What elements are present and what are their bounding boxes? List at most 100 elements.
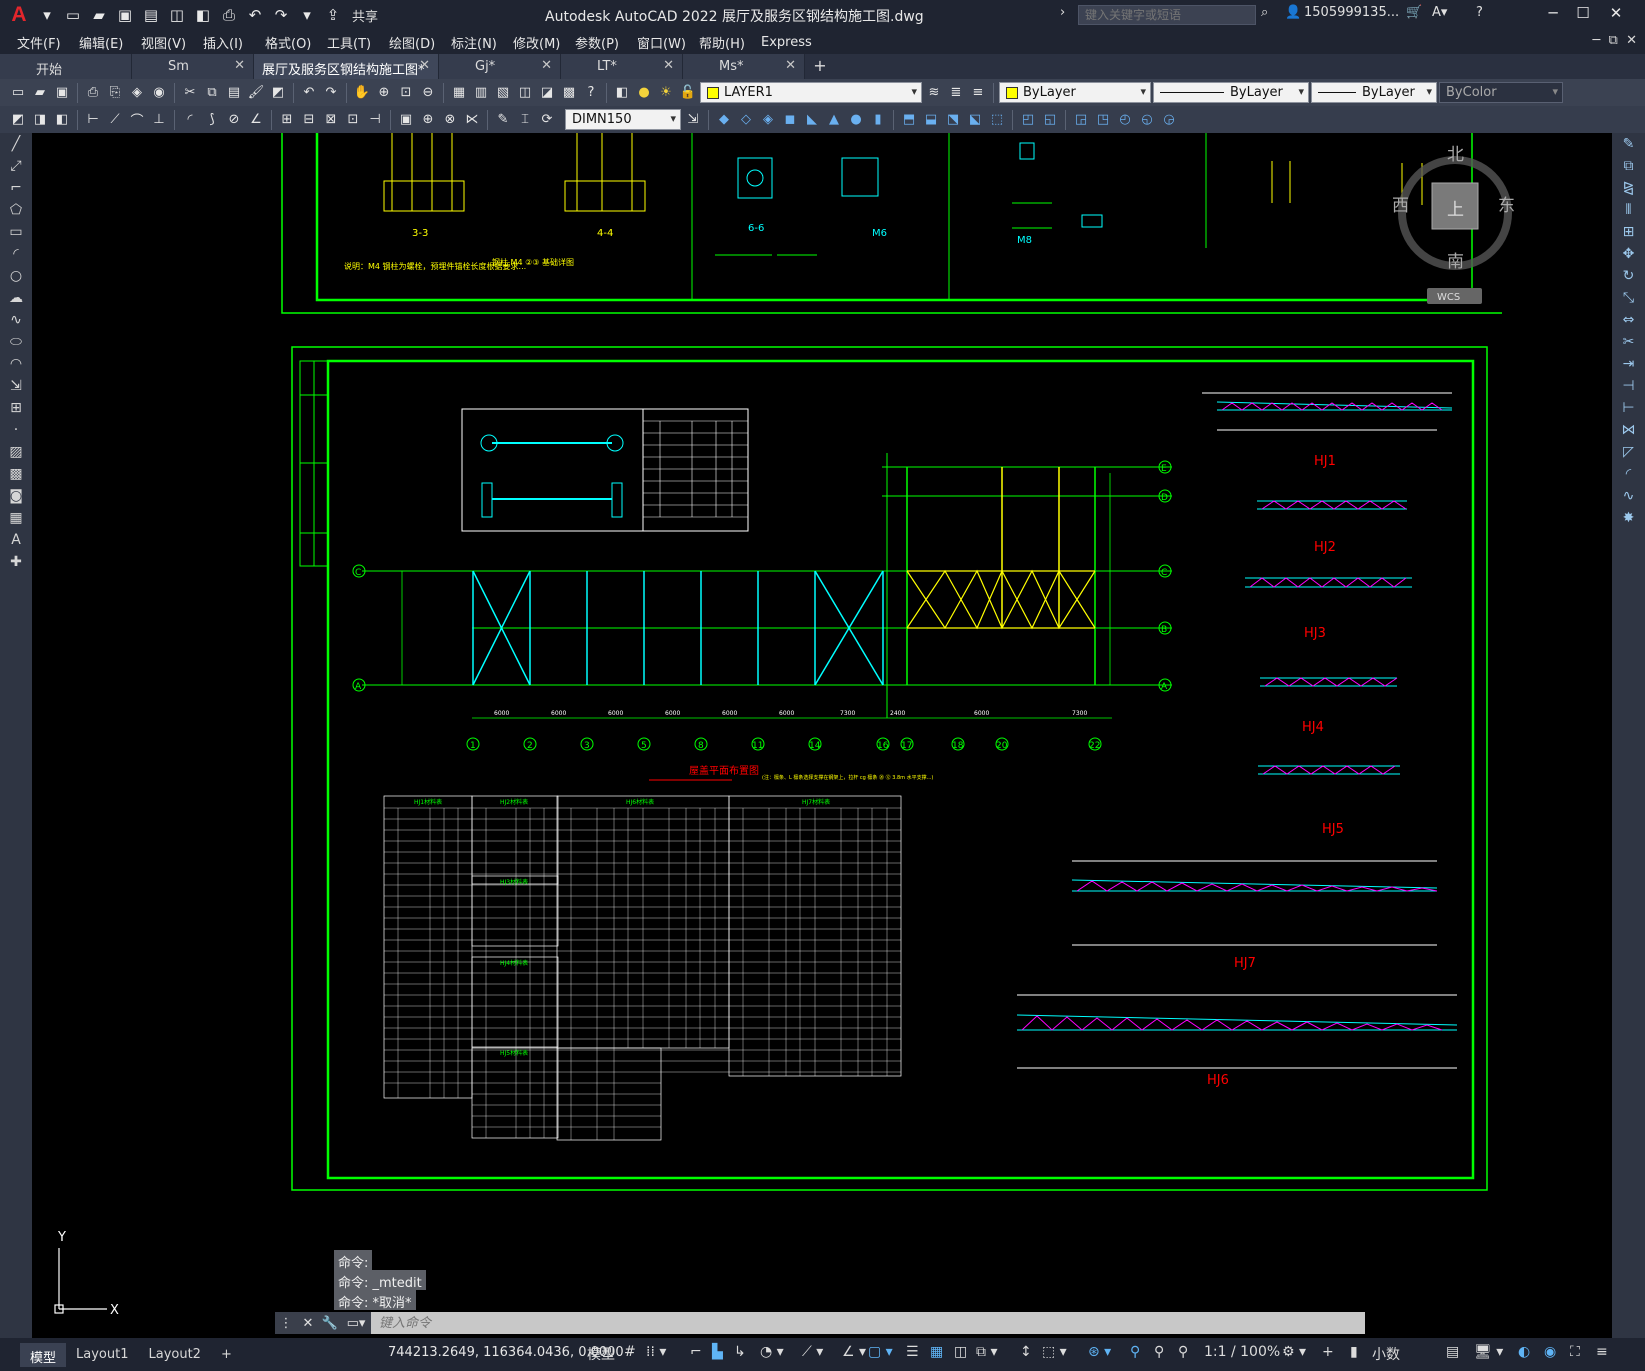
- quick-dim-icon[interactable]: ⊞: [277, 110, 297, 130]
- tab-layout1[interactable]: Layout1: [66, 1343, 138, 1367]
- 3d-array-icon[interactable]: ◶: [1159, 110, 1179, 130]
- region-icon[interactable]: ◙: [0, 485, 32, 507]
- save-icon[interactable]: ▣: [52, 83, 72, 103]
- clean-screen-icon[interactable]: ⛶: [1570, 1344, 1580, 1360]
- mirror-icon[interactable]: ⧎: [1612, 177, 1645, 199]
- 3d-osnap-icon[interactable]: ⧉ ▾: [976, 1344, 997, 1360]
- tab-gj[interactable]: Gj* ✕: [439, 54, 561, 79]
- dim-aligned-icon[interactable]: ⟋: [105, 110, 125, 130]
- search-input[interactable]: [1078, 5, 1256, 25]
- close-icon[interactable]: ✕: [785, 58, 796, 73]
- dim-linear-icon[interactable]: ⊢: [83, 110, 103, 130]
- sheet-set-icon[interactable]: ◫: [515, 83, 535, 103]
- dim-space-icon[interactable]: ⊡: [343, 110, 363, 130]
- sphere-icon[interactable]: ●: [846, 110, 866, 130]
- markup-icon[interactable]: ◪: [537, 83, 557, 103]
- minimize-icon[interactable]: ─: [1540, 4, 1566, 26]
- layer-state-icon[interactable]: ≡: [968, 83, 988, 103]
- tolerance-icon[interactable]: ▣: [396, 110, 416, 130]
- annotation-monitor-icon[interactable]: +: [1322, 1344, 1334, 1360]
- rectangle-icon[interactable]: ▭: [0, 221, 32, 243]
- pan-icon[interactable]: ✋: [352, 83, 372, 103]
- customization-icon[interactable]: ≡: [1596, 1344, 1608, 1360]
- chevron-down-icon[interactable]: ▾: [36, 4, 58, 26]
- hatch-icon[interactable]: ▨: [0, 441, 32, 463]
- menu-insert[interactable]: 插入(I): [203, 33, 265, 52]
- cut-icon[interactable]: ✂: [180, 83, 200, 103]
- extrude-icon[interactable]: ⬒: [899, 110, 919, 130]
- model-space-toggle[interactable]: 模型: [587, 1344, 615, 1364]
- menu-parametric[interactable]: 参数(P): [575, 33, 637, 52]
- dim-ordinate-icon[interactable]: ⊥: [149, 110, 169, 130]
- cone-icon[interactable]: ▲: [824, 110, 844, 130]
- presspull-icon[interactable]: ⬚: [987, 110, 1007, 130]
- subtract-icon[interactable]: ◇: [736, 110, 756, 130]
- publish-icon[interactable]: ◈: [127, 83, 147, 103]
- chamfer-icon[interactable]: ◸: [1612, 441, 1645, 463]
- dim-continue-icon[interactable]: ⊠: [321, 110, 341, 130]
- dim-radius-icon[interactable]: ◜: [180, 110, 200, 130]
- transparency-icon[interactable]: ▦: [930, 1344, 943, 1360]
- 3d-move-icon[interactable]: ◲: [1071, 110, 1091, 130]
- zoom-previous-icon[interactable]: ⊖: [418, 83, 438, 103]
- recent-commands-icon[interactable]: ▭▾: [341, 1312, 371, 1334]
- trim-icon[interactable]: ✂: [1612, 331, 1645, 353]
- paste-icon[interactable]: ▤: [224, 83, 244, 103]
- 3d-align-icon[interactable]: ◴: [1115, 110, 1135, 130]
- dim-angular-icon[interactable]: ∠: [246, 110, 266, 130]
- layer-iso-icon[interactable]: ◧: [52, 110, 72, 130]
- tab-lt[interactable]: LT* ✕: [561, 54, 683, 79]
- revolve-icon[interactable]: ⬓: [921, 110, 941, 130]
- open-folder-icon[interactable]: ▰: [88, 4, 110, 26]
- ellipse-icon[interactable]: ⬭: [0, 331, 32, 353]
- erase-icon[interactable]: ✎: [1612, 133, 1645, 155]
- polygon-icon[interactable]: ⬠: [0, 199, 32, 221]
- polar-tracking-icon[interactable]: ◔ ▾: [760, 1344, 784, 1360]
- properties-icon[interactable]: ▦: [449, 83, 469, 103]
- move-icon[interactable]: ✥: [1612, 243, 1645, 265]
- redo-icon[interactable]: ↷: [270, 4, 292, 26]
- menu-window[interactable]: 窗口(W): [637, 33, 699, 52]
- break-icon[interactable]: ⊢: [1612, 397, 1645, 419]
- close-icon[interactable]: ✕: [663, 58, 674, 73]
- menu-format[interactable]: 格式(O): [265, 33, 327, 52]
- selection-cycling-icon[interactable]: ◫: [954, 1344, 967, 1360]
- fillet-icon[interactable]: ◜: [1612, 463, 1645, 485]
- isodraft-icon[interactable]: ⟋ ▾: [802, 1344, 823, 1360]
- dim-edit-icon[interactable]: ✎: [493, 110, 513, 130]
- command-grip-icon[interactable]: ⋮: [275, 1312, 297, 1334]
- dynamic-ucs-icon[interactable]: ↕: [1020, 1344, 1032, 1360]
- scale-icon[interactable]: ⤡: [1612, 287, 1645, 309]
- layer-match-icon[interactable]: ◨: [30, 110, 50, 130]
- share-icon[interactable]: ⇪: [322, 4, 344, 26]
- offset-icon[interactable]: ⫴: [1612, 199, 1645, 221]
- spline-icon[interactable]: ∿: [0, 309, 32, 331]
- save-as-icon[interactable]: ▤: [140, 4, 162, 26]
- calculator-icon[interactable]: ▩: [559, 83, 579, 103]
- open-icon[interactable]: ▰: [30, 83, 50, 103]
- jogged-linear-icon[interactable]: ⋉: [462, 110, 482, 130]
- menu-edit[interactable]: 编辑(E): [79, 33, 141, 52]
- array-icon[interactable]: ⊞: [1612, 221, 1645, 243]
- model-space-canvas[interactable]: 3-3 4-4 6-6 M6 M8 说明：M4 钢柱为螺栓，预埋件锚栓长度根据要…: [32, 133, 1612, 1338]
- help-button[interactable]: ?: [1476, 5, 1483, 20]
- make-current-layer-icon[interactable]: ≋: [924, 83, 944, 103]
- explode-icon[interactable]: ✸: [1612, 507, 1645, 529]
- menu-tools[interactable]: 工具(T): [327, 33, 389, 52]
- make-block-icon[interactable]: ⊞: [0, 397, 32, 419]
- maximize-icon[interactable]: ☐: [1570, 4, 1596, 26]
- tab-start[interactable]: 开始: [0, 54, 132, 79]
- match-properties-icon[interactable]: 🖌: [246, 83, 266, 103]
- design-center-icon[interactable]: ▥: [471, 83, 491, 103]
- revision-cloud-icon[interactable]: ☁: [0, 287, 32, 309]
- zoom-window-icon[interactable]: ⊡: [396, 83, 416, 103]
- redo-icon[interactable]: ↷: [321, 83, 341, 103]
- close-icon[interactable]: ✕: [1603, 4, 1629, 26]
- ortho-icon[interactable]: ↳: [734, 1344, 746, 1360]
- plotstyle-dropdown[interactable]: ByColor ▾: [1439, 82, 1563, 103]
- plot-preview-icon[interactable]: ⎘: [105, 83, 125, 103]
- new-tab-button[interactable]: +: [805, 54, 835, 79]
- annotation-visibility-icon[interactable]: ⚲: [1130, 1344, 1140, 1360]
- user-icon[interactable]: 👤: [1285, 5, 1301, 20]
- shell-icon[interactable]: ◱: [1040, 110, 1060, 130]
